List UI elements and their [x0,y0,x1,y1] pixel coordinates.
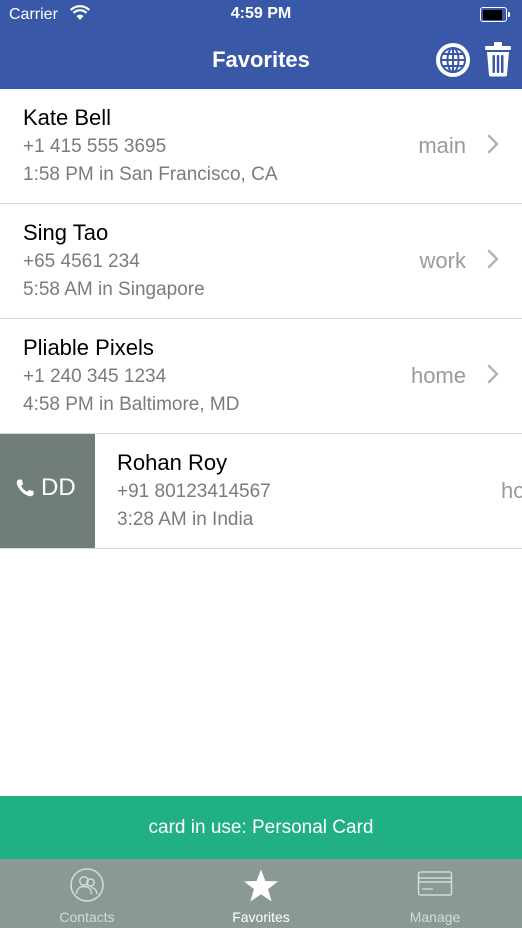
chevron-right-icon [487,134,499,154]
phone-icon [16,479,34,497]
favorite-row[interactable]: Sing Tao +65 4561 234 5:58 AM in Singapo… [0,204,522,319]
contact-name: Pliable Pixels [23,335,154,360]
trash-icon[interactable] [484,41,512,77]
chevron-right-icon [487,364,499,384]
tab-manage[interactable]: Manage [348,859,522,928]
direct-dial-action-button[interactable]: DD [0,434,95,548]
tab-label: Manage [409,909,461,925]
contact-phone: +1 415 555 3695 [23,136,167,157]
contact-local-time: 4:58 PM in Baltimore, MD [23,394,240,415]
battery-icon [480,7,510,22]
status-bar: Carrier 4:59 PM [0,0,522,30]
star-icon [244,869,278,902]
chevron-right-icon [487,249,499,269]
favorite-row-swiped[interactable]: DD Rohan Roy +91 80123414567 3:28 AM in … [0,434,522,549]
card-in-use-banner[interactable]: card in use: Personal Card [0,796,522,859]
phone-type-label: main [418,133,466,158]
globe-icon[interactable] [435,42,471,78]
card-in-use-label: card in use: Personal Card [148,817,374,838]
contact-name: Kate Bell [23,105,112,130]
contact-phone: +65 4561 234 [23,251,140,272]
tab-favorites[interactable]: Favorites [174,859,348,928]
phone-type-label: work [419,248,466,273]
favorites-list: Kate Bell +1 415 555 3695 1:58 PM in San… [0,89,522,549]
contact-local-time: 1:58 PM in San Francisco, CA [23,164,278,185]
tab-bar: Contacts Favorites Manage [0,859,522,928]
contacts-icon [70,868,104,902]
tab-label: Favorites [232,909,290,925]
phone-type-label: ho [501,478,522,503]
phone-type-label: home [410,363,466,388]
contact-local-time: 5:58 AM in Singapore [23,279,205,300]
tab-contacts[interactable]: Contacts [0,859,174,928]
direct-dial-label: DD [41,474,76,501]
contact-name: Rohan Roy [117,450,228,475]
card-icon [417,871,453,896]
contact-local-time: 3:28 AM in India [117,509,254,530]
status-time: 4:59 PM [230,5,292,22]
tab-label: Contacts [59,909,115,925]
contact-name: Sing Tao [23,220,109,245]
favorite-row[interactable]: Pliable Pixels +1 240 345 1234 4:58 PM i… [0,319,522,434]
contact-phone: +1 240 345 1234 [23,366,167,387]
navigation-bar: Carrier 4:59 PM Favorites [0,0,522,89]
favorite-row[interactable]: Kate Bell +1 415 555 3695 1:58 PM in San… [0,89,522,204]
contact-phone: +91 80123414567 [117,481,271,502]
